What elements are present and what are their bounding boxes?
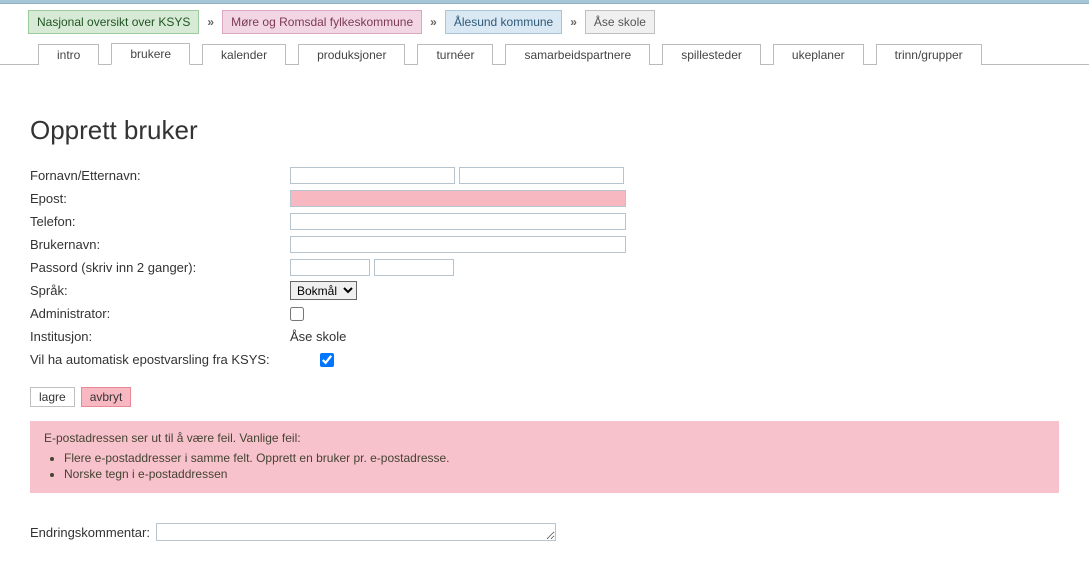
page-title: Opprett bruker <box>30 115 1059 146</box>
cancel-button[interactable]: avbryt <box>81 387 132 407</box>
error-heading: E-postadressen ser ut til å være feil. V… <box>44 431 1045 445</box>
label-institusjon: Institusjon: <box>30 327 290 346</box>
tab-spillesteder[interactable]: spillesteder <box>662 44 761 65</box>
input-passord-1[interactable] <box>290 259 370 276</box>
input-etternavn[interactable] <box>459 167 624 184</box>
row-comment: Endringskommentar: <box>30 523 1059 541</box>
crumb-sep-icon: » <box>428 15 439 29</box>
row-sprak: Språk: Bokmål <box>30 281 1059 300</box>
tab-produksjoner[interactable]: produksjoner <box>298 44 405 65</box>
breadcrumb-fylke[interactable]: Møre og Romsdal fylkeskommune <box>222 10 422 34</box>
row-epost: Epost: <box>30 189 1059 208</box>
tab-turneer[interactable]: turnéer <box>417 44 493 65</box>
input-epost[interactable] <box>290 190 626 207</box>
crumb-sep-icon: » <box>568 15 579 29</box>
label-epost: Epost: <box>30 189 290 208</box>
row-telefon: Telefon: <box>30 212 1059 231</box>
row-fornavn: Fornavn/Etternavn: <box>30 166 1059 185</box>
input-brukernavn[interactable] <box>290 236 626 253</box>
label-fornavn: Fornavn/Etternavn: <box>30 166 290 185</box>
breadcrumbs: Nasjonal oversikt over KSYS » Møre og Ro… <box>0 4 1089 42</box>
error-item: Flere e-postaddresser i samme felt. Oppr… <box>64 451 1045 465</box>
button-row: lagre avbryt <box>30 387 1059 407</box>
tab-intro[interactable]: intro <box>38 44 99 65</box>
row-varsling: Vil ha automatisk epostvarsling fra KSYS… <box>30 350 1059 369</box>
input-passord-2[interactable] <box>374 259 454 276</box>
error-box: E-postadressen ser ut til å være feil. V… <box>30 421 1059 493</box>
tab-samarbeidspartnere[interactable]: samarbeidspartnere <box>505 44 650 65</box>
label-brukernavn: Brukernavn: <box>30 235 290 254</box>
select-sprak[interactable]: Bokmål <box>290 281 357 300</box>
textarea-comment[interactable] <box>156 523 556 541</box>
label-passord: Passord (skriv inn 2 ganger): <box>30 258 290 277</box>
row-admin: Administrator: <box>30 304 1059 323</box>
label-admin: Administrator: <box>30 304 290 323</box>
label-varsling: Vil ha automatisk epostvarsling fra KSYS… <box>30 350 320 369</box>
tab-kalender[interactable]: kalender <box>202 44 286 65</box>
save-button[interactable]: lagre <box>30 387 75 407</box>
tab-trinn-grupper[interactable]: trinn/grupper <box>876 44 982 65</box>
input-telefon[interactable] <box>290 213 626 230</box>
label-telefon: Telefon: <box>30 212 290 231</box>
value-institusjon: Åse skole <box>290 329 346 344</box>
error-item: Norske tegn i e-postaddressen <box>64 467 1045 481</box>
breadcrumb-national[interactable]: Nasjonal oversikt over KSYS <box>28 10 199 34</box>
crumb-sep-icon: » <box>205 15 216 29</box>
breadcrumb-kommune[interactable]: Ålesund kommune <box>445 10 562 34</box>
checkbox-varsling[interactable] <box>320 353 334 367</box>
label-comment: Endringskommentar: <box>30 523 150 540</box>
page-body: Opprett bruker Fornavn/Etternavn: Epost:… <box>0 65 1089 561</box>
checkbox-admin[interactable] <box>290 307 304 321</box>
tab-ukeplaner[interactable]: ukeplaner <box>773 44 864 65</box>
breadcrumb-skole[interactable]: Åse skole <box>585 10 655 34</box>
label-sprak: Språk: <box>30 281 290 300</box>
input-fornavn[interactable] <box>290 167 455 184</box>
tab-brukere[interactable]: brukere <box>111 43 190 65</box>
row-brukernavn: Brukernavn: <box>30 235 1059 254</box>
row-passord: Passord (skriv inn 2 ganger): <box>30 258 1059 277</box>
tabs: intro brukere kalender produksjoner turn… <box>0 42 1089 65</box>
row-institusjon: Institusjon: Åse skole <box>30 327 1059 346</box>
